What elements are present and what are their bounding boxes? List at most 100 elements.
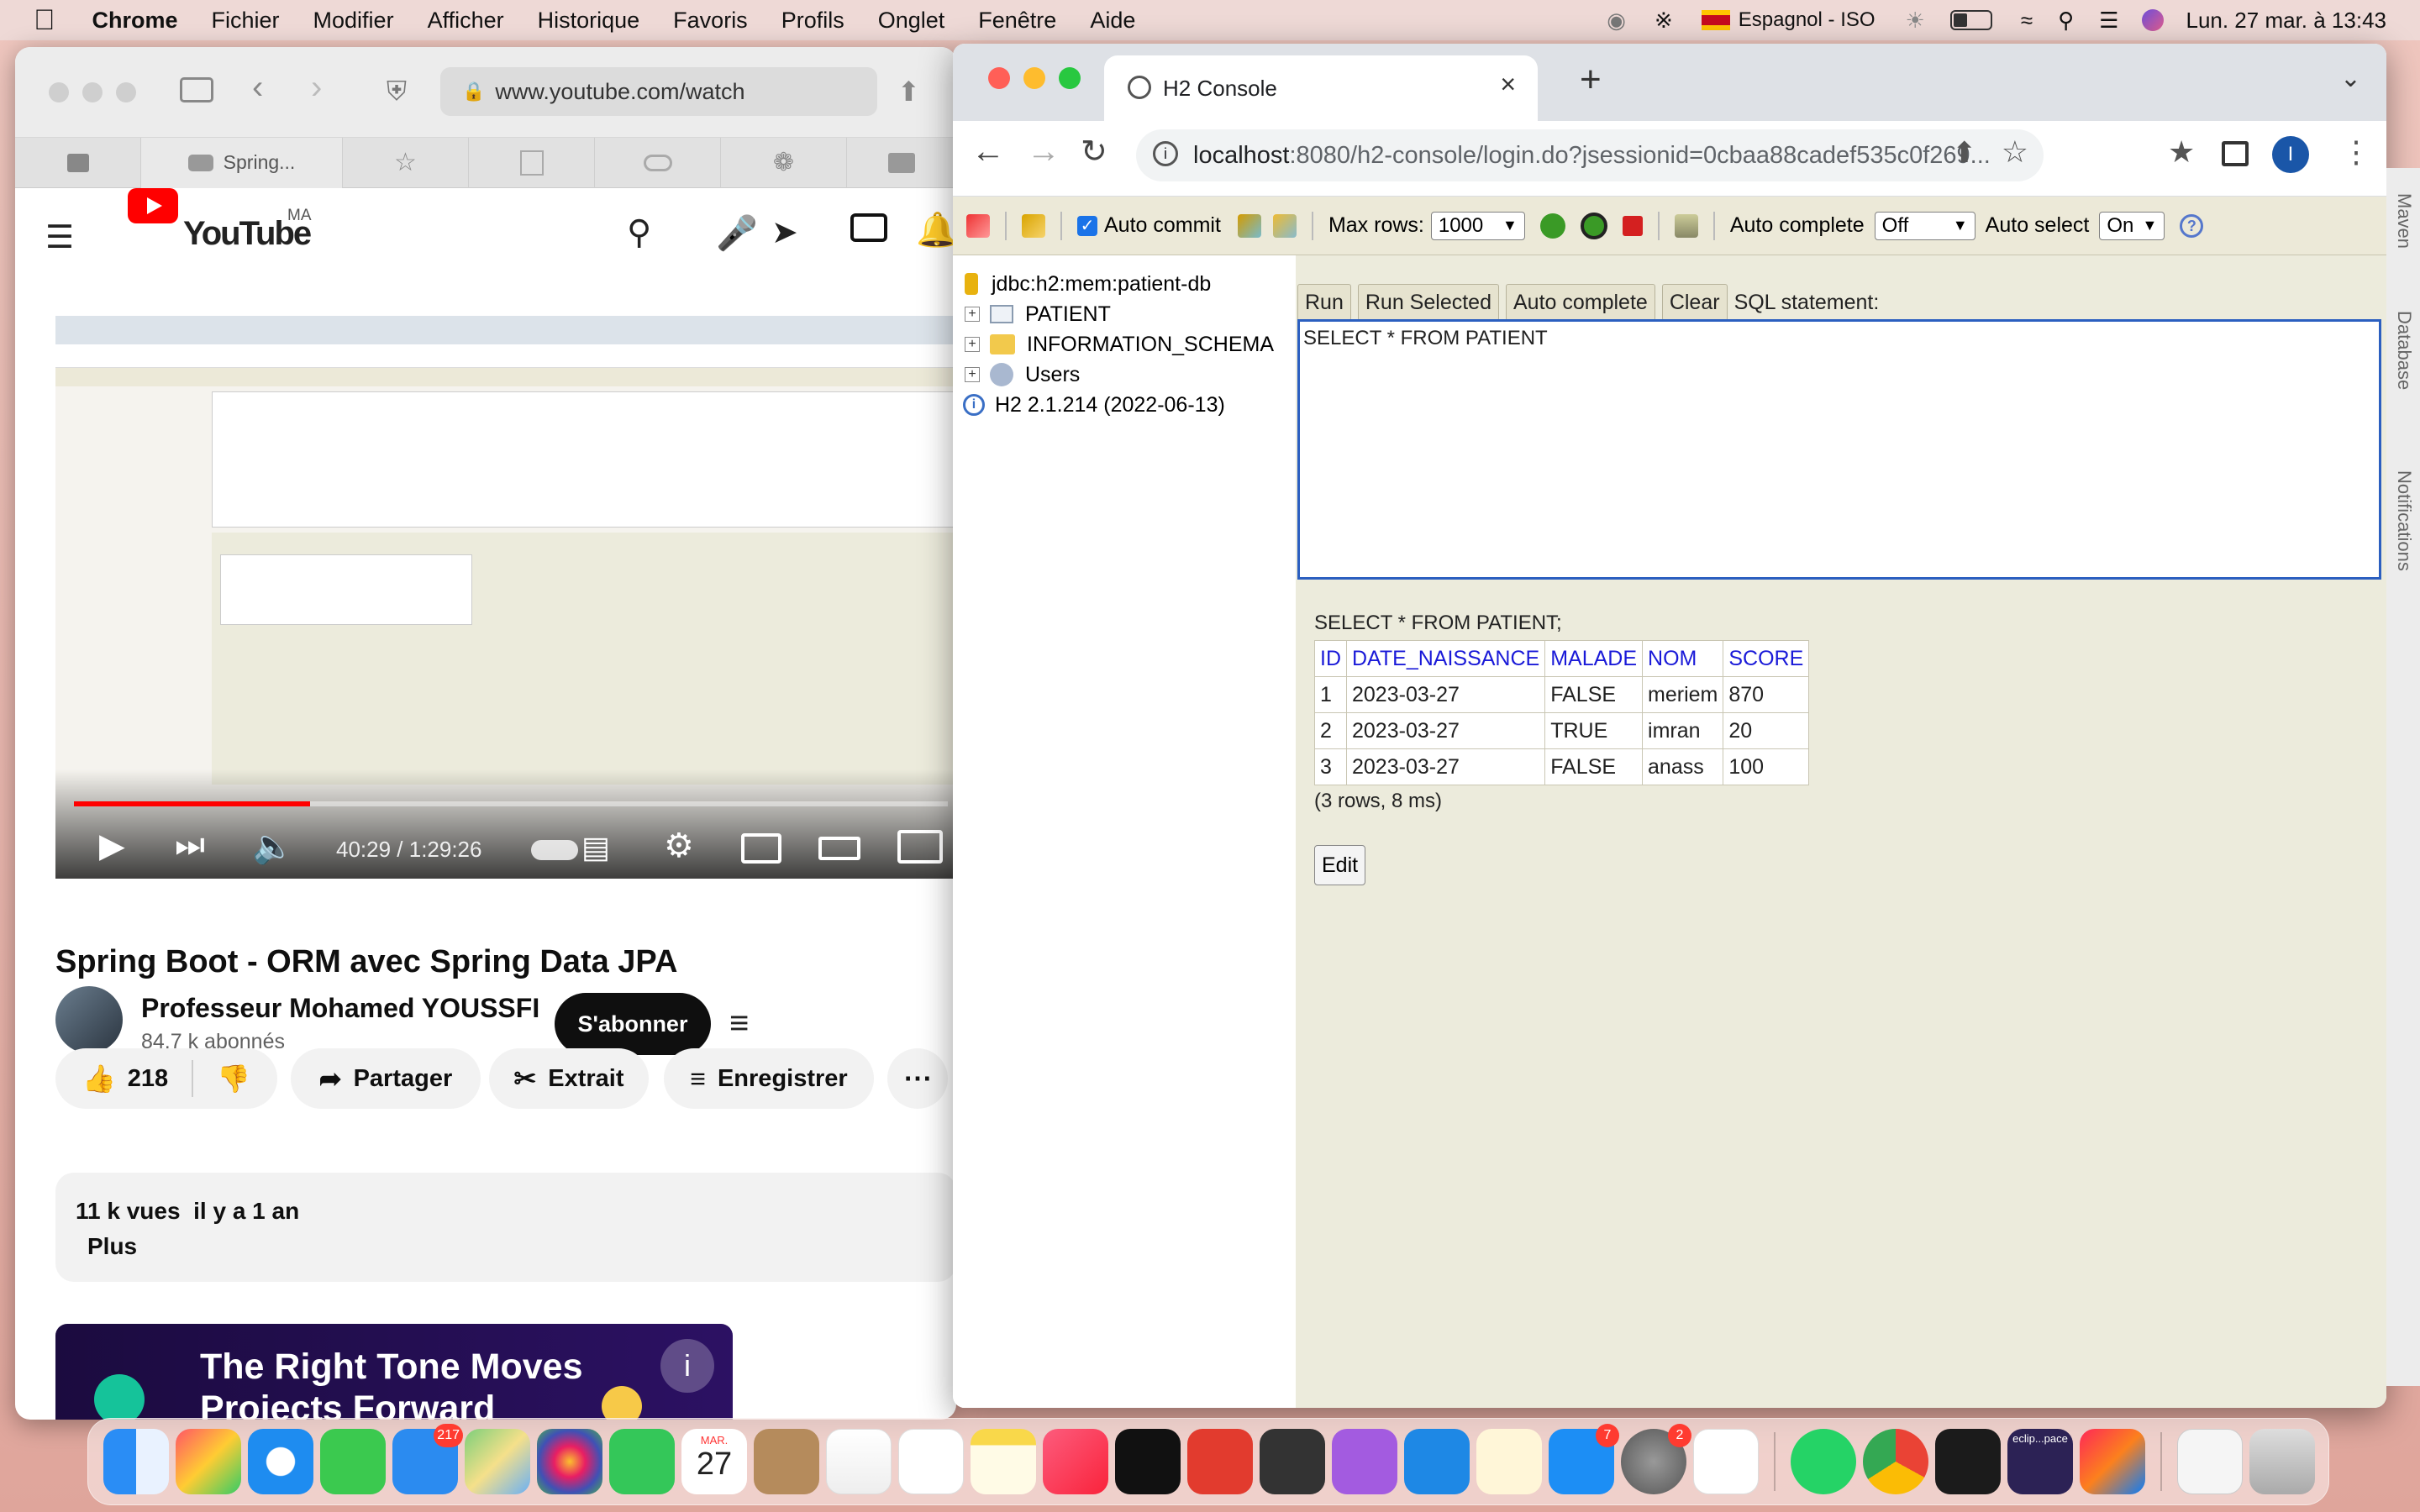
cancel-icon[interactable]: [1622, 215, 1643, 236]
side-panel-icon[interactable]: [2222, 141, 2249, 166]
share-page-icon[interactable]: ⬆: [1953, 136, 1977, 170]
pages-icon[interactable]: [1476, 1429, 1542, 1494]
volume-icon[interactable]: 🔈: [252, 827, 294, 866]
expand-plus-icon[interactable]: +: [965, 337, 980, 352]
eclipse-icon[interactable]: eclip...pace: [2007, 1429, 2073, 1494]
run-button[interactable]: Run: [1297, 284, 1351, 321]
minimize-window-button[interactable]: [82, 82, 103, 102]
youtube-logo-icon[interactable]: [128, 188, 178, 223]
menu-item-history[interactable]: Historique: [538, 8, 640, 34]
column-header[interactable]: NOM: [1642, 640, 1724, 677]
safari-tab[interactable]: [847, 137, 956, 188]
tag-icon[interactable]: ➤: [771, 213, 798, 251]
close-window-button[interactable]: [988, 67, 1010, 89]
miniplayer-icon[interactable]: [741, 833, 781, 864]
apple-icon[interactable]: : [34, 4, 55, 37]
disconnect-icon[interactable]: [966, 213, 990, 238]
site-info-icon[interactable]: i: [1153, 141, 1178, 166]
menu-app-name[interactable]: Chrome: [92, 8, 178, 34]
bluetooth-icon[interactable]: ※: [1655, 8, 1673, 34]
control-center-icon[interactable]: ☰: [2099, 8, 2118, 34]
notifications-tab[interactable]: Notifications: [2393, 470, 2415, 571]
safari-tab[interactable]: ☆: [343, 137, 469, 188]
clip-button[interactable]: ✂ Extrait: [489, 1048, 649, 1109]
next-video-icon[interactable]: ⏭: [175, 827, 205, 864]
contacts-icon[interactable]: [754, 1429, 819, 1494]
forward-icon[interactable]: ›: [311, 69, 322, 107]
reminders-icon[interactable]: [898, 1429, 964, 1494]
back-icon[interactable]: ←: [971, 133, 1005, 171]
database-tab[interactable]: Database: [2393, 311, 2415, 390]
reload-icon[interactable]: ↻: [1081, 133, 1107, 171]
minimize-window-button[interactable]: [1023, 67, 1045, 89]
menu-item-help[interactable]: Aide: [1090, 8, 1135, 34]
wifi-icon[interactable]: ≈: [2021, 8, 2033, 34]
notes-icon[interactable]: [971, 1429, 1036, 1494]
safari-tab[interactable]: [595, 137, 721, 188]
keynote-icon[interactable]: [1404, 1429, 1470, 1494]
subtitles-icon[interactable]: ▤: [581, 830, 610, 865]
column-header[interactable]: DATE_NAISSANCE: [1345, 640, 1546, 677]
description-more[interactable]: Plus: [76, 1233, 956, 1260]
brightness-icon[interactable]: ☀: [1906, 8, 1925, 34]
theater-mode-icon[interactable]: [818, 837, 860, 860]
profile-avatar[interactable]: I: [2272, 136, 2309, 173]
menu-item-tab[interactable]: Onglet: [878, 8, 945, 34]
help-icon[interactable]: ?: [2180, 213, 2204, 238]
sidebar-icon[interactable]: [180, 77, 213, 102]
terminal-icon[interactable]: [1935, 1429, 2001, 1494]
battery-icon[interactable]: [1949, 10, 1992, 30]
auto-complete-select[interactable]: Off ▼: [1874, 211, 1975, 240]
autoplay-toggle[interactable]: [531, 840, 578, 860]
like-icon[interactable]: 👍: [82, 1063, 116, 1095]
tab-search-chevron-icon[interactable]: ⌄: [2340, 64, 2361, 93]
zoom-window-button[interactable]: [116, 82, 136, 102]
spotlight-search-icon[interactable]: ⚲: [2058, 8, 2074, 34]
settings-gear-icon[interactable]: ⚙: [664, 827, 694, 865]
refresh-icon[interactable]: [1022, 213, 1045, 238]
safari-tab[interactable]: [469, 137, 595, 188]
ad-banner[interactable]: The Right Tone Moves Projects Forward i: [55, 1324, 733, 1420]
video-progress-bar[interactable]: [74, 801, 948, 806]
whatsapp-icon[interactable]: [1791, 1429, 1856, 1494]
close-tab-icon[interactable]: ×: [1500, 69, 1516, 100]
search-icon[interactable]: ⚲: [627, 213, 651, 252]
video-player[interactable]: ▶ ⏭ 🔈 40:29 / 1:29:26 ▤ ⚙: [55, 316, 955, 879]
omnibox[interactable]: i localhost:8080/h2-console/login.do?jse…: [1136, 129, 2044, 181]
share-button[interactable]: ➦ Partager: [291, 1048, 481, 1109]
input-source-label[interactable]: Espagnol - ISO: [1739, 8, 1876, 32]
bookmark-star-icon[interactable]: ☆: [2002, 134, 2028, 170]
menu-item-window[interactable]: Fenêtre: [978, 8, 1056, 34]
edit-button[interactable]: Edit: [1314, 845, 1366, 885]
tree-node-users[interactable]: + Users: [965, 360, 1080, 390]
column-header[interactable]: SCORE: [1723, 640, 1810, 677]
azure-studio-icon[interactable]: [1693, 1429, 1759, 1494]
tree-node-information-schema[interactable]: + INFORMATION_SCHEMA: [965, 329, 1274, 360]
like-count[interactable]: 218: [128, 1065, 168, 1093]
chrome-tab-h2-console[interactable]: H2 Console ×: [1104, 55, 1538, 121]
menu-item-edit[interactable]: Modifier: [313, 8, 394, 34]
podcasts-icon[interactable]: [1332, 1429, 1397, 1494]
menu-item-file[interactable]: Fichier: [212, 8, 280, 34]
notifications-bell-icon[interactable]: 🔔: [916, 210, 956, 249]
safari-compass-icon[interactable]: [248, 1429, 313, 1494]
safari-tab[interactable]: [15, 137, 141, 188]
safari-tab-youtube[interactable]: Spring...: [141, 137, 343, 188]
app-store-icon[interactable]: 7: [1549, 1424, 1619, 1494]
tree-connection[interactable]: jdbc:h2:mem:patient-db: [965, 269, 1211, 299]
sql-editor[interactable]: SELECT * FROM PATIENT: [1297, 319, 2381, 580]
run-icon[interactable]: [1539, 213, 1565, 239]
run-selected-icon[interactable]: [1580, 212, 1607, 239]
menu-item-view[interactable]: Afficher: [428, 8, 504, 34]
mail-icon[interactable]: 217: [392, 1424, 463, 1494]
facetime-icon[interactable]: [609, 1429, 675, 1494]
hamburger-menu-icon[interactable]: ☰: [45, 218, 74, 256]
rollback-icon[interactable]: [1237, 213, 1261, 238]
dislike-icon[interactable]: 👎: [217, 1063, 250, 1095]
calendar-icon[interactable]: MAR. 27: [681, 1429, 747, 1494]
safari-address-bar[interactable]: 🔒 www.youtube.com/watch: [440, 67, 877, 116]
safari-tab[interactable]: ❁: [721, 137, 847, 188]
commit-icon[interactable]: [1272, 213, 1297, 238]
column-header[interactable]: ID: [1314, 640, 1347, 677]
ad-info-icon[interactable]: i: [660, 1339, 714, 1393]
